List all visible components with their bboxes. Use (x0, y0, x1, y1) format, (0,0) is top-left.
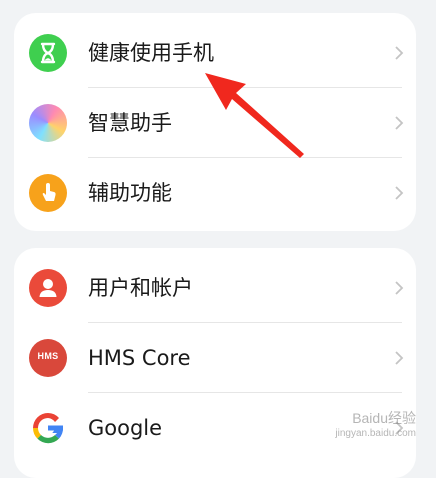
settings-group-2: 用户和帐户 HMS HMS Core Google (14, 248, 416, 478)
watermark-line2: jingyan.baidu.com (335, 428, 416, 439)
watermark-line1: Baidu经验 (352, 410, 416, 426)
settings-item-label: 辅助功能 (88, 181, 172, 205)
chevron-right-icon (395, 46, 404, 60)
chevron-right-icon (395, 116, 404, 130)
smart-assistant-icon (29, 104, 67, 142)
hms-icon-text: HMS (37, 351, 59, 361)
chevron-right-icon (395, 281, 404, 295)
settings-item-label: 用户和帐户 (88, 276, 193, 300)
chevron-right-icon (395, 186, 404, 200)
watermark: Baidu经验 jingyan.baidu.com (335, 410, 416, 442)
hms-icon: HMS (29, 339, 67, 377)
user-icon (29, 269, 67, 307)
settings-item-users-accounts[interactable]: 用户和帐户 (14, 253, 416, 323)
chevron-right-icon (395, 351, 404, 365)
settings-item-label: 健康使用手机 (88, 41, 214, 65)
hourglass-icon (29, 34, 67, 72)
settings-item-digital-balance[interactable]: 健康使用手机 (14, 18, 416, 88)
hand-pointer-icon (29, 174, 67, 212)
settings-item-label: Google (88, 416, 163, 440)
google-icon (29, 409, 67, 447)
settings-item-label: 智慧助手 (88, 111, 172, 135)
settings-group-1: 健康使用手机 智慧助手 辅助功能 (14, 13, 416, 231)
settings-item-accessibility[interactable]: 辅助功能 (14, 158, 416, 228)
settings-item-hms-core[interactable]: HMS HMS Core (14, 323, 416, 393)
settings-item-label: HMS Core (88, 346, 191, 370)
settings-item-smart-assistant[interactable]: 智慧助手 (14, 88, 416, 158)
